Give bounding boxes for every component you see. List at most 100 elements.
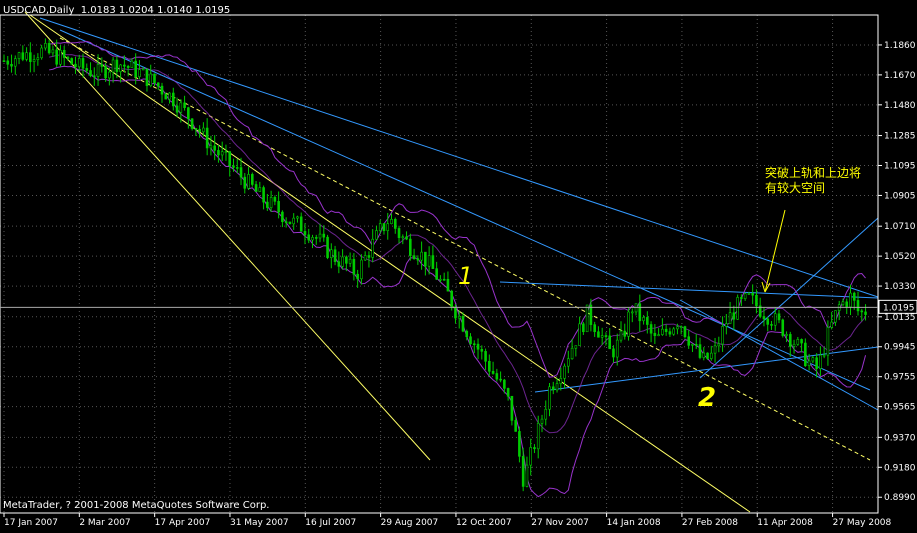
candle-body xyxy=(138,69,141,77)
candle-body xyxy=(360,259,363,280)
candle-body xyxy=(732,312,736,320)
candle-body xyxy=(510,395,514,421)
candle-body xyxy=(141,68,145,71)
candle-body xyxy=(525,464,529,487)
candle-body xyxy=(841,301,845,305)
candle-body xyxy=(484,351,487,362)
candle-body xyxy=(318,233,322,239)
candle-body xyxy=(619,330,623,341)
candle-body xyxy=(713,345,717,354)
candle-body xyxy=(59,49,62,65)
x-tick-label: 27 May 2008 xyxy=(833,518,892,528)
candle-body xyxy=(160,85,164,95)
candle-body xyxy=(424,251,427,267)
candle-body xyxy=(130,60,134,68)
candle-body xyxy=(570,347,574,360)
candle-body xyxy=(766,318,770,325)
y-tick-label: 0.8990 xyxy=(884,493,916,503)
candle-body xyxy=(694,344,698,346)
candle-body xyxy=(81,58,85,69)
candle-body xyxy=(62,49,66,58)
y-tick-label: 1.0330 xyxy=(884,282,916,292)
candle-body xyxy=(393,218,397,229)
candle-body xyxy=(551,386,555,391)
candle-body xyxy=(600,335,604,338)
candle-body xyxy=(44,43,47,49)
candle-body xyxy=(247,174,250,189)
candle-body xyxy=(544,408,548,420)
x-tick-label: 16 Jul 2007 xyxy=(305,518,356,528)
candle-body xyxy=(262,187,265,203)
candle-body xyxy=(518,431,521,457)
candle-body xyxy=(661,328,664,335)
candle-body xyxy=(653,332,657,337)
candle-body xyxy=(194,128,198,130)
candle-body xyxy=(822,354,826,357)
candle-body xyxy=(815,357,818,369)
candle-body xyxy=(213,145,216,151)
symbol-label: USDCAD,Daily xyxy=(3,5,75,16)
candle-body xyxy=(630,311,634,314)
candle-body xyxy=(25,52,28,60)
candle-body xyxy=(691,344,694,346)
candle-body xyxy=(442,278,446,281)
x-tick-label: 27 Feb 2008 xyxy=(682,518,738,528)
candle-body xyxy=(277,201,280,213)
candle-body xyxy=(314,237,318,239)
candle-body xyxy=(506,388,510,397)
candle-body xyxy=(709,352,713,359)
candle-body xyxy=(491,371,495,374)
candle-body xyxy=(826,327,830,356)
candle-body xyxy=(740,297,743,299)
candle-body xyxy=(220,151,224,156)
candle-body xyxy=(773,313,777,326)
candle-body xyxy=(597,331,600,338)
candle-body xyxy=(217,150,220,156)
candle-body xyxy=(676,326,679,330)
candle-body xyxy=(461,315,465,332)
candle-body xyxy=(755,294,758,307)
candle-body xyxy=(386,223,390,232)
y-tick-label: 0.9565 xyxy=(884,403,916,413)
candle-body xyxy=(243,176,247,189)
candle-body xyxy=(183,102,186,108)
candle-body xyxy=(337,261,341,267)
candle-body xyxy=(115,59,119,72)
candle-body xyxy=(615,339,619,358)
candle-body xyxy=(796,339,800,345)
candle-body xyxy=(36,57,40,60)
candle-body xyxy=(303,231,307,236)
candle-body xyxy=(126,65,130,68)
candle-body xyxy=(495,373,499,380)
candle-body xyxy=(446,278,450,292)
candle-body xyxy=(85,68,89,71)
candle-body xyxy=(623,330,627,337)
candle-body xyxy=(273,197,277,202)
candle-body xyxy=(397,228,401,238)
candle-body xyxy=(40,47,43,59)
candle-body xyxy=(514,420,517,432)
candle-body xyxy=(454,306,457,319)
candle-body xyxy=(66,57,70,59)
candle-body xyxy=(134,60,137,77)
annotation-note: 突破上轨和上边将有较大空间 xyxy=(765,166,862,195)
candle-body xyxy=(830,321,833,328)
candle-body xyxy=(864,311,867,315)
y-tick-label: 1.1285 xyxy=(884,132,916,142)
candle-body xyxy=(251,174,254,185)
candle-body xyxy=(330,249,333,258)
candle-body xyxy=(202,127,205,133)
candle-body xyxy=(2,60,6,63)
candle-body xyxy=(296,216,299,219)
candle-body xyxy=(390,218,393,225)
candle-body xyxy=(269,197,273,208)
candle-body xyxy=(604,335,608,337)
candle-body xyxy=(70,58,74,65)
candle-body xyxy=(32,59,36,62)
candle-body xyxy=(89,70,92,77)
candle-body xyxy=(736,297,739,320)
candle-body xyxy=(382,223,386,232)
candle-body xyxy=(100,64,104,67)
candle-body xyxy=(612,348,615,358)
candle-body xyxy=(450,290,453,308)
